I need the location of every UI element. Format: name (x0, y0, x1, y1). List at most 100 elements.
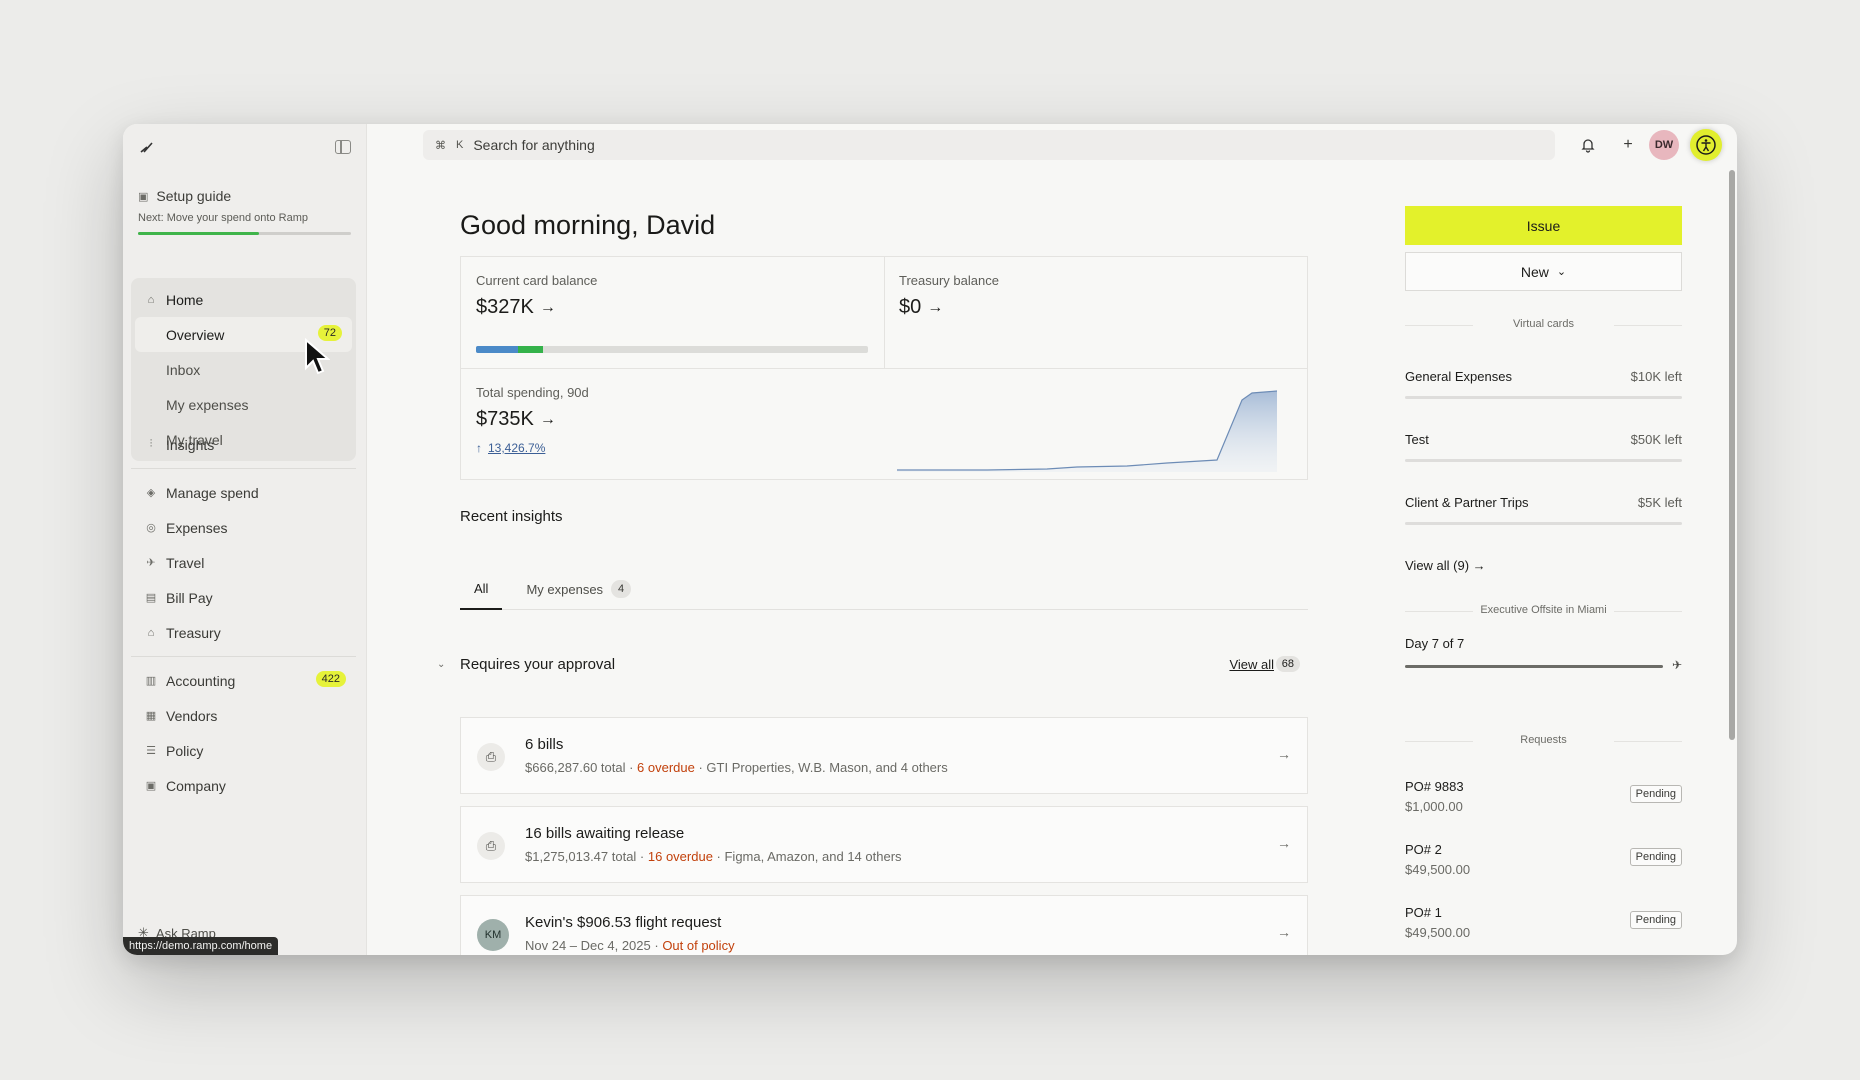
ramp-logo-icon[interactable] (138, 138, 156, 156)
approval-card-bills-release[interactable]: ⎙ 16 bills awaiting release $1,275,013.4… (460, 806, 1308, 883)
card-balance-stat[interactable]: Current card balance $327K → (476, 273, 597, 319)
requests-heading: Requests (1405, 734, 1682, 746)
virtual-card-item[interactable]: Client & Partner Trips $5K left (1405, 495, 1682, 529)
card-balance-bar (476, 346, 868, 353)
card-balance-bar-segment-blue (476, 346, 518, 353)
virtual-card-usage-bar (1405, 522, 1682, 525)
arrow-right-icon: → (1277, 924, 1291, 940)
spending-change[interactable]: ↑ 13,426.7% (476, 441, 589, 455)
accounting-count-badge: 422 (315, 671, 346, 687)
sidebar-collapse-icon[interactable] (335, 140, 351, 154)
sidebar-item-insights[interactable]: ⫶ Insights (131, 427, 356, 462)
virtual-card-name: Client & Partner Trips (1405, 495, 1529, 510)
page-scrollbar[interactable] (1729, 170, 1735, 740)
right-panel: Issue New ⌄ Virtual cards General Expens… (1405, 168, 1682, 955)
recent-insights-heading: Recent insights (460, 508, 563, 525)
out-of-policy-text: Out of policy (662, 938, 735, 953)
tab-label: My expenses (526, 581, 604, 597)
request-name: PO# 2 (1405, 842, 1442, 857)
mouse-pointer-icon (305, 338, 330, 375)
card-sub-text: · GTI Properties, W.B. Mason, and 4 othe… (694, 760, 948, 775)
approval-card-subtitle: $666,287.60 total · 6 overdue · GTI Prop… (525, 760, 948, 775)
virtual-card-name: General Expenses (1405, 369, 1512, 384)
approval-card-bills[interactable]: ⎙ 6 bills $666,287.60 total · 6 overdue … (460, 717, 1308, 794)
card-sub-text: · Figma, Amazon, and 14 others (712, 849, 902, 864)
request-amount: $1,000.00 (1405, 799, 1463, 814)
sidebar-item-company[interactable]: ▣ Company (131, 768, 356, 803)
sidebar-item-label: Inbox (166, 361, 201, 378)
avatar[interactable]: DW (1649, 130, 1679, 160)
avatar: KM (477, 919, 509, 951)
plane-icon: ✈ (146, 557, 156, 569)
bill-icon: ▤ (145, 592, 157, 604)
virtual-cards-heading: Virtual cards (1405, 318, 1682, 330)
treasury-balance-label: Treasury balance (899, 273, 999, 288)
clipboard-icon: ▣ (138, 190, 149, 203)
sidebar-item-treasury[interactable]: ⌂ Treasury (131, 615, 356, 650)
accessibility-icon[interactable] (1690, 129, 1722, 161)
treasury-balance-value: $0 (899, 296, 922, 318)
request-item[interactable]: PO# 1 $49,500.00 Pending (1405, 905, 1682, 945)
request-amount: $49,500.00 (1405, 925, 1471, 940)
setup-progress-bar (138, 232, 351, 235)
sidebar-item-label: My expenses (166, 396, 249, 413)
search-placeholder: Search for anything (473, 137, 595, 153)
arrow-right-icon: → (1277, 835, 1291, 851)
approval-card-flight-request[interactable]: KM Kevin's $906.53 flight request Nov 24… (460, 895, 1308, 955)
virtual-card-name: Test (1405, 432, 1429, 447)
book-icon: ▥ (145, 675, 157, 687)
sidebar: ▣ Setup guide Next: Move your spend onto… (123, 124, 367, 955)
spending-sparkline (897, 390, 1277, 472)
view-all-approvals-link[interactable]: View all (1229, 657, 1274, 672)
bell-icon[interactable] (1577, 134, 1599, 156)
plus-icon[interactable]: + (1617, 134, 1639, 156)
spending-change-value: 13,426.7% (488, 441, 546, 455)
approval-card-title: 16 bills awaiting release (525, 825, 685, 842)
search-input[interactable]: ⌘ K Search for anything (423, 130, 1555, 160)
tab-all[interactable]: All (460, 568, 503, 610)
home-icon: ⌂ (147, 293, 155, 306)
setup-guide-label: Setup guide (156, 188, 232, 204)
sidebar-item-label: Accounting (166, 672, 236, 689)
sidebar-item-manage-spend[interactable]: ◈ Manage spend (131, 475, 356, 510)
chevron-down-icon[interactable]: ⌄ (437, 659, 460, 670)
sidebar-item-expenses[interactable]: ◎ Expenses (131, 510, 356, 545)
sidebar-item-vendors[interactable]: ▦ Vendors (131, 698, 356, 733)
status-badge: Pending (1629, 785, 1682, 803)
sidebar-item-travel[interactable]: ✈ Travel (131, 545, 356, 580)
setup-guide[interactable]: ▣ Setup guide Next: Move your spend onto… (138, 186, 351, 235)
app-window: ▣ Setup guide Next: Move your spend onto… (123, 124, 1737, 955)
sidebar-item-policy[interactable]: ☰ Policy (131, 733, 356, 768)
issue-button[interactable]: Issue (1405, 206, 1682, 245)
approval-card-subtitle: Nov 24 – Dec 4, 2025 · Out of policy (525, 938, 735, 953)
sidebar-item-label: Treasury (166, 624, 221, 641)
new-button-label: New (1520, 263, 1549, 280)
virtual-card-item[interactable]: Test $50K left (1405, 432, 1682, 466)
requires-approval-title: Requires your approval (460, 655, 616, 673)
status-badge: Pending (1629, 911, 1682, 929)
tab-my-expenses[interactable]: My expenses 4 (526, 568, 632, 610)
sidebar-item-label: Policy (166, 742, 204, 759)
requires-approval-header: ⌄ Requires your approval View all 68 (437, 652, 1308, 676)
treasury-balance-stat[interactable]: Treasury balance $0 → (899, 273, 999, 319)
stats-panel: Current card balance $327K → Treasury ba… (460, 256, 1308, 480)
sidebar-item-bill-pay[interactable]: ▤ Bill Pay (131, 580, 356, 615)
setup-progress-fill (138, 232, 260, 235)
tab-label: All (474, 580, 489, 596)
view-all-virtual-cards-link[interactable]: View all (9) → (1405, 558, 1486, 573)
virtual-card-remaining: $10K left (1630, 369, 1682, 384)
new-dropdown-button[interactable]: New ⌄ (1405, 252, 1682, 291)
sidebar-item-label: Overview (166, 326, 225, 343)
arrow-right-icon: → (539, 410, 556, 428)
trip-progress-bar (1405, 665, 1663, 668)
request-name: PO# 1 (1405, 905, 1442, 920)
sidebar-item-accounting[interactable]: ▥ Accounting 422 (131, 663, 356, 698)
sidebar-item-my-expenses[interactable]: My expenses (131, 387, 356, 422)
sidebar-divider (131, 468, 356, 469)
request-item[interactable]: PO# 9883 $1,000.00 Pending (1405, 779, 1682, 819)
request-item[interactable]: PO# 2 $49,500.00 Pending (1405, 842, 1682, 882)
virtual-card-item[interactable]: General Expenses $10K left (1405, 369, 1682, 403)
link-url-tooltip: https://demo.ramp.com/home (123, 937, 279, 955)
sidebar-item-home[interactable]: ⌂ Home (131, 282, 356, 317)
total-spending-stat[interactable]: Total spending, 90d $735K → ↑ 13,426.7% (476, 385, 589, 455)
